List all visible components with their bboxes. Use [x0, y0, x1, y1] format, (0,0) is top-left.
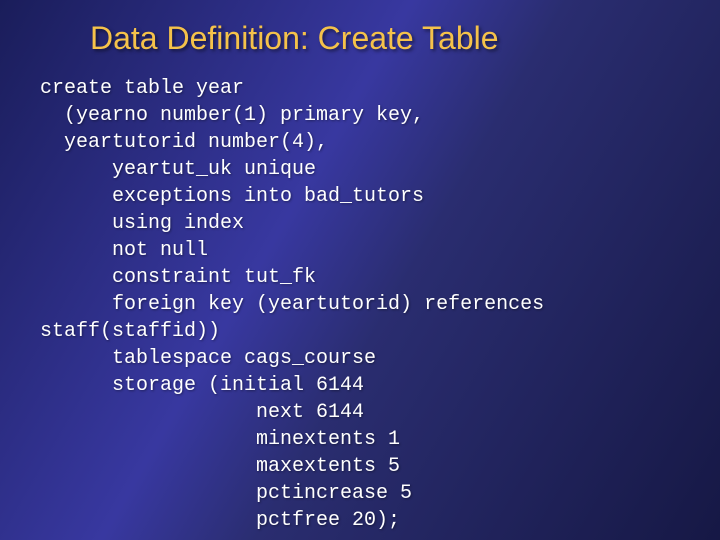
- code-line: yeartutorid number(4),: [40, 131, 328, 154]
- slide-title: Data Definition: Create Table: [90, 20, 680, 57]
- code-line: not null: [40, 239, 208, 262]
- code-line: using index: [40, 212, 244, 235]
- code-line: staff(staffid)): [40, 320, 220, 343]
- code-line: constraint tut_fk: [40, 266, 316, 289]
- code-line: pctincrease 5: [40, 482, 412, 505]
- code-line: tablespace cags_course: [40, 347, 376, 370]
- slide: Data Definition: Create Table create tab…: [0, 0, 720, 534]
- code-line: exceptions into bad_tutors: [40, 185, 424, 208]
- code-line: (yearno number(1) primary key,: [40, 104, 424, 127]
- code-line: minextents 1: [40, 428, 400, 451]
- code-line: create table year: [40, 77, 244, 100]
- code-line: maxextents 5: [40, 455, 400, 478]
- code-line: foreign key (yeartutorid) references: [40, 293, 544, 316]
- code-line: pctfree 20);: [40, 509, 400, 532]
- code-line: next 6144: [40, 401, 364, 424]
- code-line: yeartut_uk unique: [40, 158, 316, 181]
- code-line: storage (initial 6144: [40, 374, 364, 397]
- sql-code-block: create table year (yearno number(1) prim…: [40, 75, 680, 534]
